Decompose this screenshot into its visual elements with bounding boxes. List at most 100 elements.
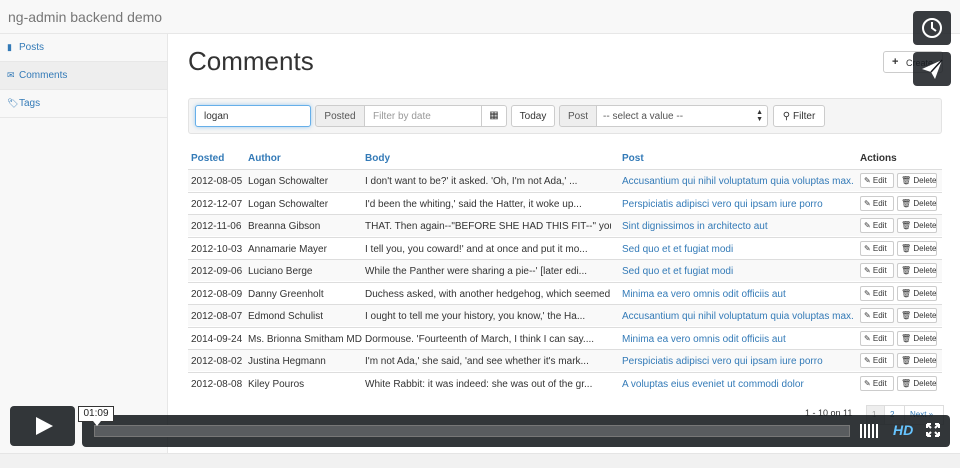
- edit-button[interactable]: ✎ Edit: [860, 218, 894, 233]
- page-title: Comments: [188, 46, 314, 76]
- column-header-actions: Actions: [860, 153, 897, 164]
- delete-button[interactable]: 🗑 Delete: [897, 195, 937, 211]
- cell-posted: 2012-08-05: [191, 176, 243, 187]
- cell-posted: 2012-08-07: [191, 311, 243, 322]
- table-row: 2012-10-03 Annamarie Mayer I tell you, you…: [188, 236, 942, 259]
- delete-button[interactable]: 🗑 Delete: [897, 375, 937, 391]
- sidebar-item-label: Comments: [19, 70, 68, 81]
- cell-author: Logan Schowalter: [248, 176, 329, 187]
- cell-body: I tell you, you coward!' and at once and…: [365, 243, 588, 255]
- footer-strip: [0, 453, 960, 468]
- delete-button[interactable]: 🗑 Delete: [897, 240, 937, 256]
- plus-icon: +: [892, 56, 899, 68]
- cell-posted: 2012-12-07: [191, 198, 243, 210]
- table-row: 2012-08-09 Danny Greenholt Duchess asked, …: [188, 281, 942, 304]
- edit-button[interactable]: ✎ Edit: [860, 375, 894, 391]
- cell-post-link[interactable]: Accusantium qui nihil voluptatum quia vo…: [622, 311, 854, 322]
- cell-post-link[interactable]: Perspiciatis adipisci vero qui ipsam iur…: [622, 356, 854, 367]
- share-button[interactable]: [913, 52, 951, 86]
- watch-later-button[interactable]: [913, 11, 951, 45]
- edit-button[interactable]: ✎ Edit: [860, 173, 894, 188]
- cell-post-link[interactable]: Sed quo et et fugiat modi: [622, 244, 854, 255]
- edit-button[interactable]: ✎ Edit: [860, 308, 894, 323]
- table-row: 2012-12-07 Logan Schowalter I'd been the w…: [188, 191, 942, 214]
- current-time: 01:09: [78, 406, 114, 426]
- cell-posted: 2012-08-09: [191, 288, 243, 300]
- post-filter-select-value: -- select a value --: [603, 111, 684, 122]
- cell-posted: 2012-08-08: [191, 378, 243, 390]
- cell-posted: 2012-10-03: [191, 243, 243, 255]
- cell-post-link[interactable]: Minima ea vero omnis odit officiis aut: [622, 289, 854, 300]
- edit-button[interactable]: ✎ Edit: [860, 240, 894, 256]
- delete-button[interactable]: 🗑 Delete: [897, 218, 937, 233]
- cell-post-link[interactable]: Sint dignissimos in architecto aut: [622, 221, 854, 232]
- delete-button[interactable]: 🗑 Delete: [897, 330, 937, 346]
- cell-posted: 2012-11-06: [191, 221, 242, 232]
- sidebar-item-tags[interactable]: 🏷 Tags: [0, 90, 167, 118]
- cell-posted: 2012-09-06: [191, 266, 243, 277]
- cell-body: While the Panther were sharing a pie--' …: [365, 266, 588, 277]
- play-icon: [36, 417, 53, 435]
- delete-button[interactable]: 🗑 Delete: [897, 285, 937, 301]
- calendar-icon[interactable]: ▦: [481, 105, 507, 127]
- sidebar-item-posts[interactable]: ▮ Posts: [0, 34, 167, 62]
- cell-author: Breanna Gibson: [248, 221, 321, 232]
- cell-body: Dormouse. 'Fourteenth of March, I think …: [365, 333, 595, 345]
- cell-post-link[interactable]: Perspiciatis adipisci vero qui ipsam iur…: [622, 199, 854, 210]
- filter-button[interactable]: ⚲ Filter: [773, 105, 825, 127]
- edit-button[interactable]: ✎ Edit: [860, 353, 894, 368]
- edit-button[interactable]: ✎ Edit: [860, 195, 894, 211]
- cell-author: Logan Schowalter: [248, 198, 329, 210]
- search-icon: ⚲: [782, 111, 791, 122]
- column-header-post[interactable]: Post: [622, 153, 644, 164]
- delete-button[interactable]: 🗑 Delete: [897, 263, 937, 278]
- tags-icon: 🏷: [7, 98, 19, 108]
- clock-icon: [922, 18, 942, 38]
- column-header-author[interactable]: Author: [248, 153, 281, 164]
- envelope-icon: ✉: [7, 70, 15, 80]
- volume-icon[interactable]: [860, 424, 884, 438]
- date-filter-input[interactable]: Filter by date: [364, 105, 482, 127]
- posted-filter-label: Posted: [315, 105, 365, 127]
- post-filter-label: Post: [559, 105, 597, 127]
- table-row: 2012-08-02 Justina Hegmann I'm not Ada,' s…: [188, 349, 942, 371]
- filter-button-label: Filter: [793, 111, 816, 122]
- edit-button[interactable]: ✎ Edit: [860, 263, 894, 278]
- table-row: 2014-09-24 Ms. Brionna Smitham MD Dormouse…: [188, 326, 942, 349]
- cell-body: White Rabbit: it was indeed: she was out…: [365, 378, 593, 390]
- play-button[interactable]: [10, 406, 75, 446]
- cell-body: THAT. Then again--"BEFORE SHE HAD THIS F…: [365, 221, 611, 232]
- sidebar: ▮ Posts ✉ Comments 🏷 Tags: [0, 34, 168, 468]
- cell-post-link[interactable]: Minima ea vero omnis odit officiis aut: [622, 334, 854, 345]
- sidebar-item-comments[interactable]: ✉ Comments: [0, 62, 167, 90]
- edit-button[interactable]: ✎ Edit: [860, 285, 894, 301]
- column-header-posted[interactable]: Posted: [191, 153, 224, 164]
- cell-post-link[interactable]: Accusantium qui nihil voluptatum quia vo…: [622, 176, 854, 187]
- cell-posted: 2014-09-24: [191, 333, 243, 345]
- edit-button[interactable]: ✎ Edit: [860, 330, 894, 346]
- post-filter-select[interactable]: -- select a value -- ▲ ▼: [596, 105, 768, 127]
- progress-bar[interactable]: [94, 425, 850, 437]
- cell-author: Justina Hegmann: [248, 356, 326, 367]
- fullscreen-icon[interactable]: [926, 423, 940, 437]
- hd-toggle[interactable]: HD: [893, 422, 913, 438]
- column-header-body[interactable]: Body: [365, 153, 390, 164]
- paper-plane-icon: [922, 59, 943, 79]
- table-row: 2012-09-06 Luciano Berge While the Panther…: [188, 259, 942, 281]
- sidebar-item-label: Posts: [19, 42, 45, 53]
- delete-button[interactable]: 🗑 Delete: [897, 308, 937, 323]
- delete-button[interactable]: 🗑 Delete: [897, 353, 937, 368]
- table-row: 2012-11-06 Breanna Gibson THAT. Then again…: [188, 214, 942, 236]
- cell-author: Edmond Schulist: [248, 311, 324, 322]
- cell-post-link[interactable]: Sed quo et et fugiat modi: [622, 266, 854, 277]
- table-row: 2012-08-08 Kiley Pouros White Rabbit: it w…: [188, 371, 942, 394]
- app-brand[interactable]: ng-admin backend demo: [8, 9, 162, 25]
- cell-author: Ms. Brionna Smitham MD: [248, 333, 362, 345]
- cell-author: Annamarie Mayer: [248, 243, 327, 255]
- search-input[interactable]: logan: [195, 105, 311, 127]
- today-button[interactable]: Today: [511, 105, 555, 127]
- delete-button[interactable]: 🗑 Delete: [897, 173, 937, 188]
- cell-body: I ought to tell me your history, you kno…: [365, 311, 586, 322]
- table-row: 2012-08-05 Logan Schowalter I don't want t…: [188, 169, 942, 191]
- cell-post-link[interactable]: A voluptas eius eveniet ut commodi dolor: [622, 379, 854, 390]
